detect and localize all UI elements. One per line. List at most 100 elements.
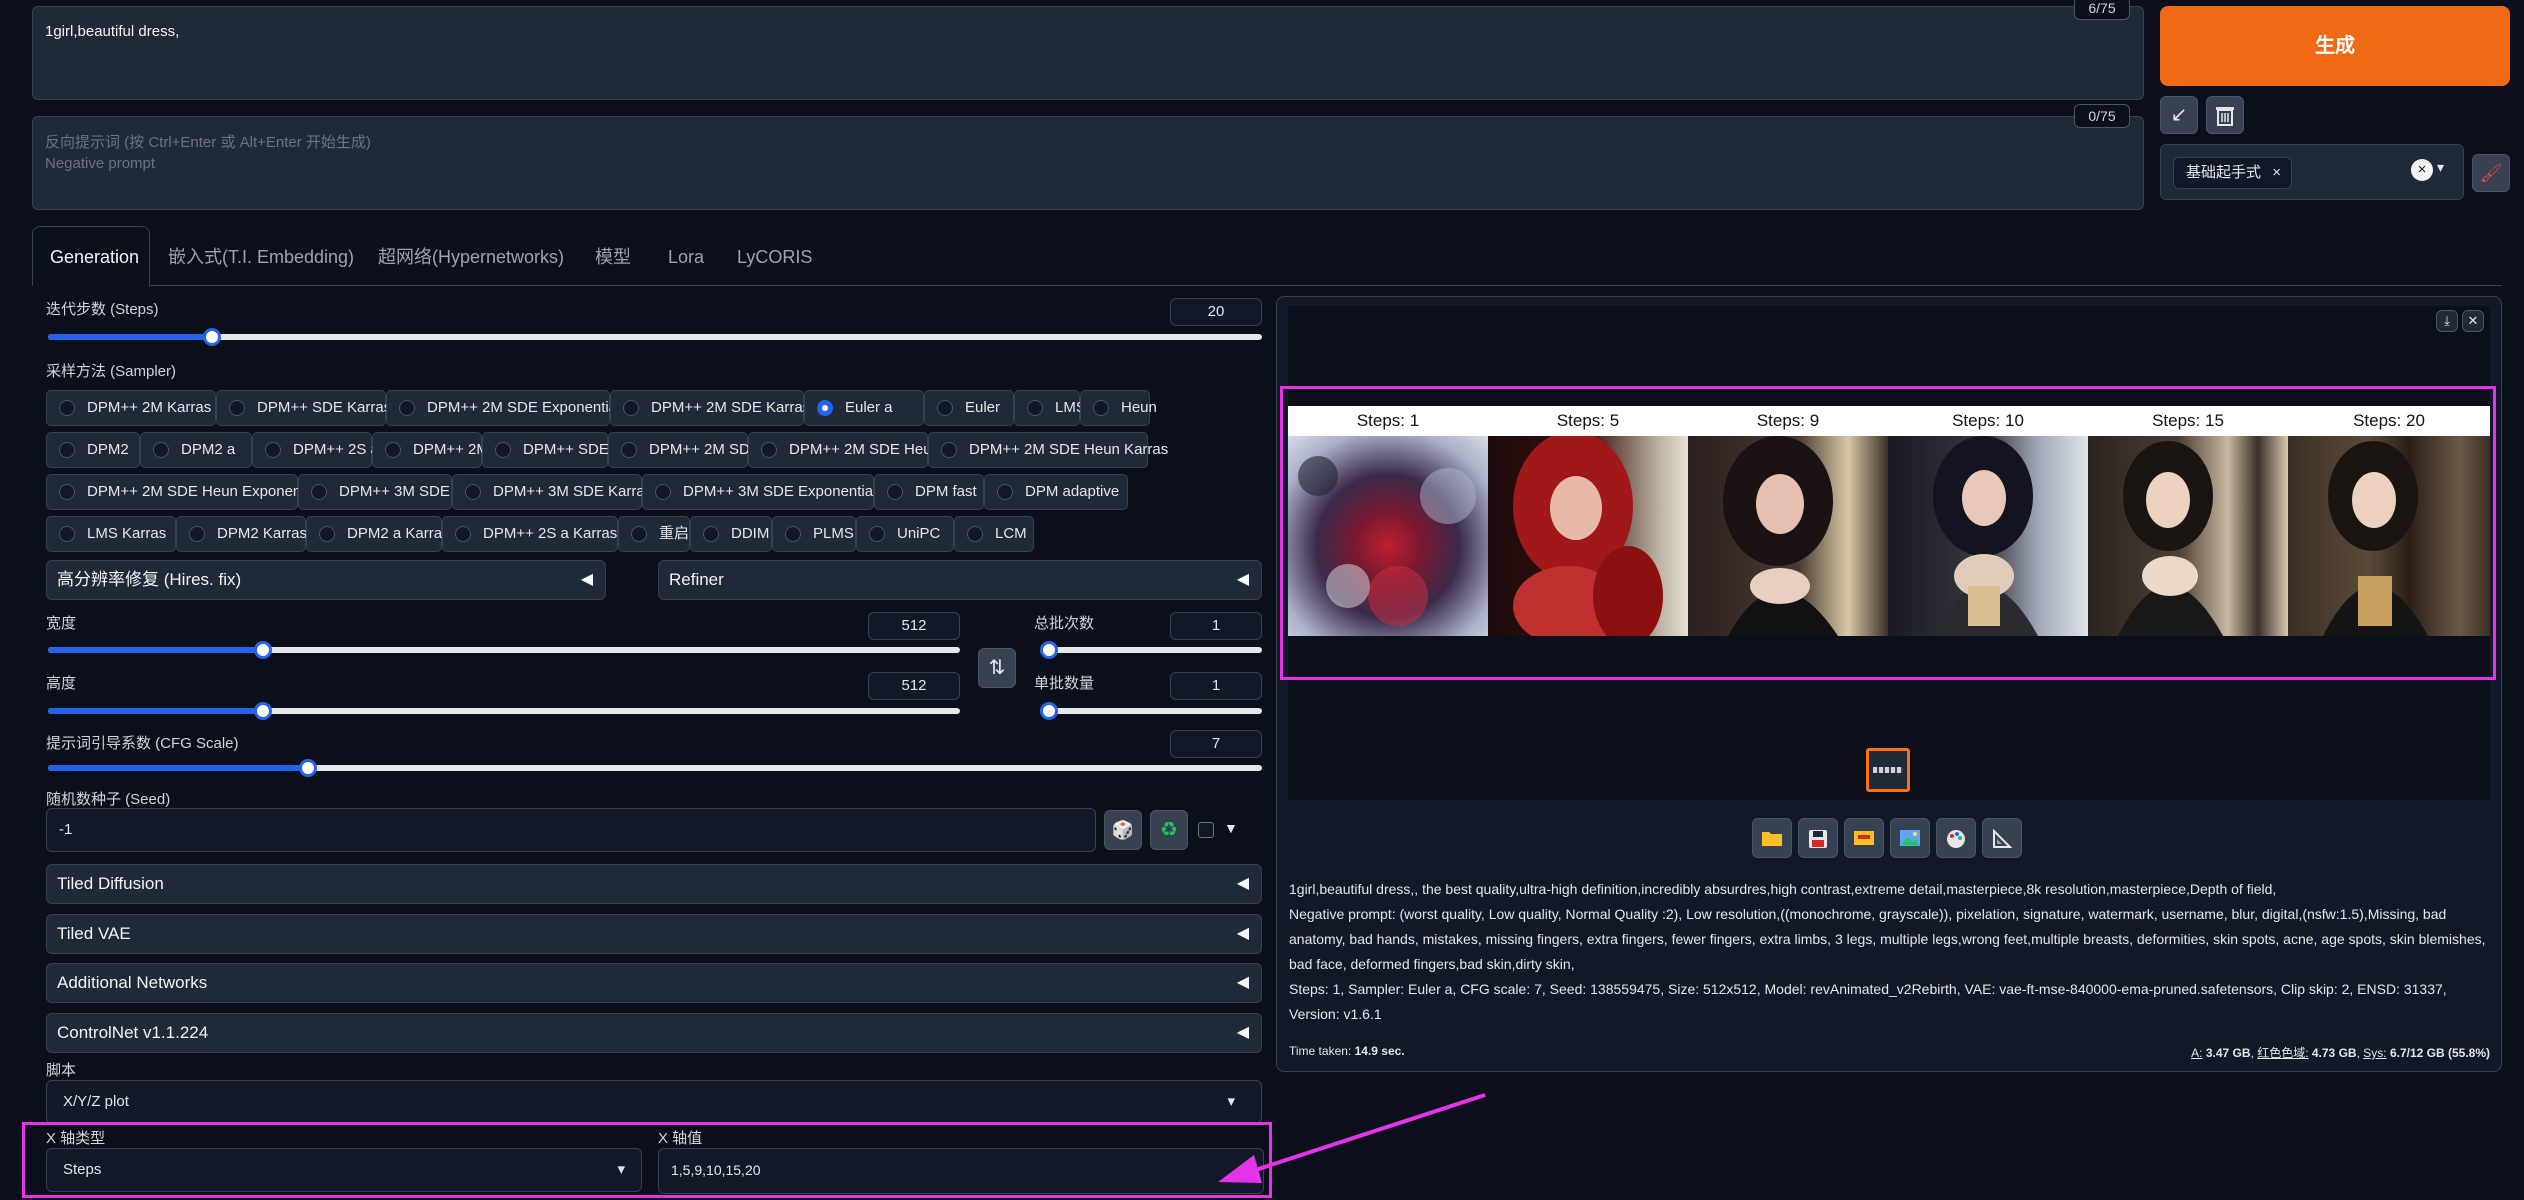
clear-prompt-button[interactable] — [2206, 96, 2244, 134]
batch-count-input[interactable]: 1 — [1170, 612, 1262, 640]
hires-fix-accordion[interactable]: 高分辨率修复 (Hires. fix) ◀ — [46, 560, 606, 600]
tab-generation-label[interactable]: Generation — [50, 228, 139, 286]
tab-hypernetworks[interactable]: 超网络(Hypernetworks) — [378, 228, 564, 286]
sampler-option[interactable]: DPM2 a — [140, 432, 252, 468]
open-folder-button[interactable] — [1752, 818, 1792, 858]
paintbrush-icon: 🖌 — [2479, 163, 2503, 183]
prompt-textarea[interactable]: 1girl,beautiful dress, — [32, 6, 2144, 100]
extra-seed-toggle-icon[interactable]: ▼ — [1224, 820, 1238, 836]
sampler-option[interactable]: DPM++ 2M Karras — [46, 390, 216, 426]
tiled-vae-accordion[interactable]: Tiled VAE ◀ — [46, 914, 1262, 954]
sampler-option[interactable]: DPM fast — [874, 474, 984, 510]
sampler-option[interactable]: DPM++ 2M SDE Karras — [610, 390, 810, 426]
height-slider[interactable] — [48, 702, 960, 720]
download-button[interactable]: ⤓ — [2436, 310, 2458, 332]
sampler-option[interactable]: DPM++ 2M SDE — [608, 432, 760, 468]
height-input[interactable]: 512 — [868, 672, 960, 700]
x-axis-type-dropdown[interactable]: Steps ▾ — [46, 1148, 642, 1192]
styles-clear-icon[interactable]: × — [2411, 159, 2433, 181]
x-axis-values-input[interactable]: 1,5,9,10,15,20 — [658, 1148, 1264, 1194]
save-button[interactable] — [1798, 818, 1838, 858]
sampler-option[interactable]: DPM++ 2M SDE Heun — [748, 432, 940, 468]
generate-button[interactable]: 生成 — [2160, 6, 2510, 86]
swap-dimensions-button[interactable]: ⇅ — [978, 648, 1016, 688]
additional-networks-accordion[interactable]: Additional Networks ◀ — [46, 963, 1262, 1003]
random-seed-button[interactable]: 🎲 — [1104, 810, 1142, 850]
cfg-slider-thumb[interactable] — [299, 759, 317, 777]
info-negative-prompt: Negative prompt: (worst quality, Low qua… — [1289, 906, 2486, 972]
sampler-option[interactable]: DDIM — [690, 516, 772, 552]
reuse-seed-button[interactable]: ♻ — [1150, 810, 1188, 850]
script-dropdown[interactable]: X/Y/Z plot ▾ — [46, 1080, 1262, 1124]
radio-circle-icon — [59, 484, 75, 500]
batch-count-slider[interactable] — [1040, 641, 1262, 659]
sampler-option[interactable]: LMS — [1014, 390, 1086, 426]
sampler-option[interactable]: 重启 — [618, 516, 690, 552]
width-slider[interactable] — [48, 641, 960, 659]
script-label: 脚本 — [46, 1062, 77, 1079]
collapse-arrow-icon: ◀ — [1236, 571, 1249, 588]
sampler-option[interactable]: PLMS — [772, 516, 856, 552]
gallery-thumbnail[interactable] — [1866, 748, 1910, 792]
sampler-option[interactable]: DPM++ 3M SDE — [298, 474, 452, 510]
sampler-option[interactable]: DPM++ 3M SDE Karras — [452, 474, 652, 510]
sampler-option[interactable]: Euler — [924, 390, 1014, 426]
seed-input[interactable]: -1 — [46, 808, 1096, 852]
sampler-option[interactable]: LMS Karras — [46, 516, 176, 552]
styles-dropdown[interactable]: 基础起手式 × × ▾ — [2160, 144, 2464, 200]
sampler-option[interactable]: DPM2 a Karras — [306, 516, 450, 552]
sampler-option[interactable]: DPM++ 3M SDE Exponential — [642, 474, 876, 510]
sampler-option[interactable]: DPM++ 2M SDE Heun Karras — [928, 432, 1168, 468]
close-preview-button[interactable]: ✕ — [2462, 310, 2484, 332]
height-slider-thumb[interactable] — [254, 702, 272, 720]
controlnet-accordion[interactable]: ControlNet v1.1.224 ◀ — [46, 1013, 1262, 1053]
edit-styles-button[interactable]: 🖌 — [2472, 154, 2510, 192]
tag-remove-icon[interactable]: × — [2272, 158, 2281, 188]
sampler-option[interactable]: DPM2 Karras — [176, 516, 307, 552]
refiner-accordion[interactable]: Refiner ◀ — [658, 560, 1262, 600]
send-to-img2img-button[interactable] — [1890, 818, 1930, 858]
sampler-option-label: DPM++ 2S a — [293, 441, 379, 458]
sampler-option-label: DPM++ 2M SDE Karras — [651, 399, 811, 416]
extra-seed-checkbox[interactable] — [1198, 822, 1214, 838]
sampler-option[interactable]: DPM++ 2M SDE Exponential — [386, 390, 620, 426]
sampler-option[interactable]: DPM++ SDE — [482, 432, 609, 468]
sampler-option-label: DPM++ 3M SDE Karras — [493, 483, 653, 500]
negative-prompt-textarea[interactable]: 反向提示词 (按 Ctrl+Enter 或 Alt+Enter 开始生成) Ne… — [32, 116, 2144, 210]
sampler-option[interactable]: DPM++ SDE Karras — [216, 390, 391, 426]
chevron-down-icon[interactable]: ▾ — [2437, 159, 2444, 176]
width-input[interactable]: 512 — [868, 612, 960, 640]
radio-circle-icon — [623, 400, 639, 416]
tiled-diffusion-accordion[interactable]: Tiled Diffusion ◀ — [46, 864, 1262, 904]
steps-slider[interactable] — [48, 328, 1262, 346]
steps-input[interactable]: 20 — [1170, 298, 1262, 326]
sampler-option[interactable]: DPM++ 2M — [372, 432, 489, 468]
tab-models[interactable]: 模型 — [595, 228, 631, 286]
batch-size-input[interactable]: 1 — [1170, 672, 1262, 700]
send-to-inpaint-button[interactable] — [1936, 818, 1976, 858]
cfg-slider[interactable] — [48, 759, 1262, 777]
sampler-option[interactable]: DPM++ 2S a — [252, 432, 379, 468]
steps-slider-thumb[interactable] — [203, 328, 221, 346]
tab-embedding[interactable]: 嵌入式(T.I. Embedding) — [168, 228, 354, 286]
tab-lora[interactable]: Lora — [668, 228, 704, 286]
batch-count-label: 总批次数 — [1034, 615, 1095, 632]
zip-button[interactable] — [1844, 818, 1884, 858]
style-tag[interactable]: 基础起手式 × — [2173, 157, 2293, 189]
sampler-option[interactable]: Euler a — [804, 390, 924, 426]
cfg-input[interactable]: 7 — [1170, 730, 1262, 758]
sampler-option[interactable]: LCM — [954, 516, 1034, 552]
sampler-option[interactable]: DPM++ 2S a Karras — [442, 516, 618, 552]
sampler-option[interactable]: UniPC — [856, 516, 954, 552]
sampler-option[interactable]: Heun — [1080, 390, 1157, 426]
tab-lycoris[interactable]: LyCORIS — [737, 228, 812, 286]
sampler-option[interactable]: DPM2 — [46, 432, 140, 468]
batch-size-slider[interactable] — [1040, 702, 1262, 720]
sampler-option[interactable]: DPM++ 2M SDE Heun Exponential — [46, 474, 320, 510]
batch-size-slider-thumb[interactable] — [1040, 702, 1058, 720]
batch-count-slider-thumb[interactable] — [1040, 641, 1058, 659]
width-slider-thumb[interactable] — [254, 641, 272, 659]
sampler-option[interactable]: DPM adaptive — [984, 474, 1128, 510]
read-params-button[interactable]: ↙ — [2160, 96, 2198, 134]
send-to-extras-button[interactable] — [1982, 818, 2022, 858]
